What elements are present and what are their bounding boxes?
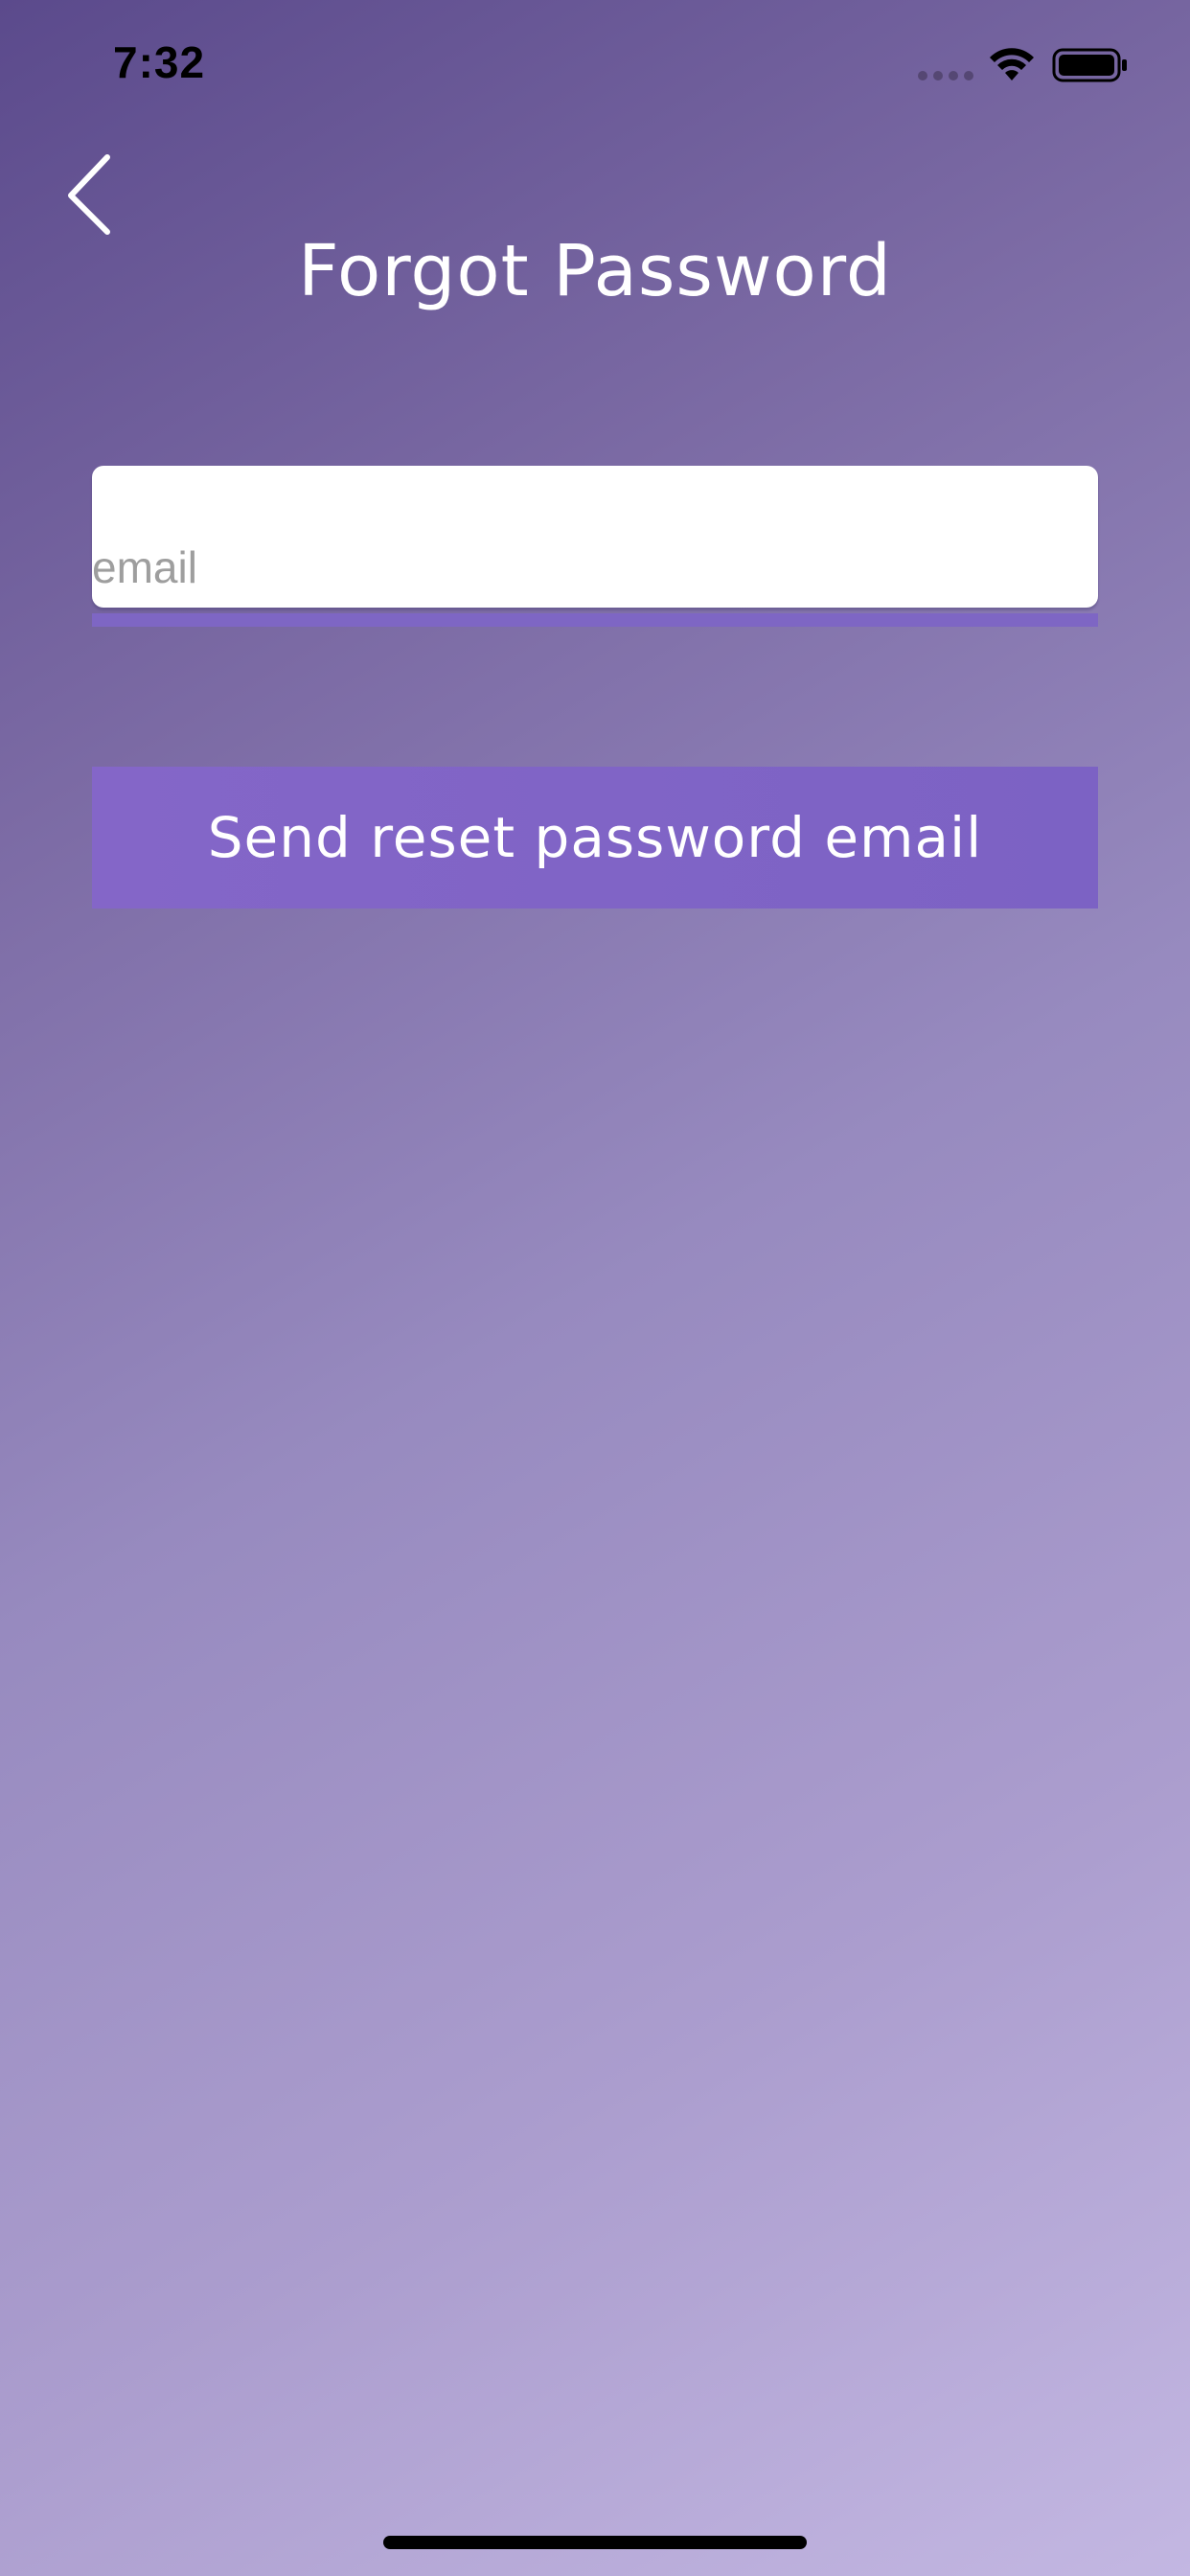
signal-dots-icon xyxy=(918,71,975,82)
back-button[interactable] xyxy=(54,146,130,242)
status-bar: 7:32 xyxy=(0,0,1190,126)
home-indicator xyxy=(383,2536,807,2549)
email-field[interactable] xyxy=(92,466,1098,608)
page-title: Forgot Password xyxy=(298,230,892,312)
wifi-icon xyxy=(990,48,1034,80)
send-reset-email-button[interactable]: Send reset password email xyxy=(92,767,1098,908)
email-underline xyxy=(92,613,1098,627)
battery-icon xyxy=(1052,48,1127,82)
status-time: 7:32 xyxy=(113,37,206,87)
email-input[interactable] xyxy=(92,466,1098,608)
chevron-left-icon xyxy=(68,154,110,235)
